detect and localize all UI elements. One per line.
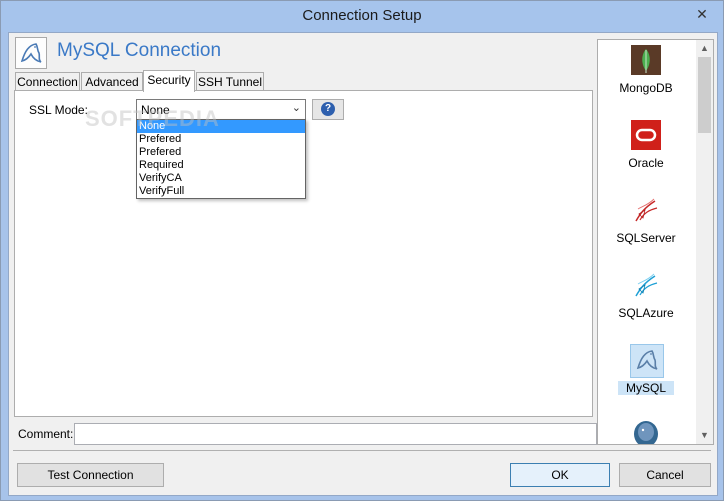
title-bar: Connection Setup ✕ <box>1 1 723 32</box>
tab-security[interactable]: Security <box>143 70 195 92</box>
tab-ssh-tunnel[interactable]: SSH Tunnel <box>196 72 264 91</box>
connection-setup-window: Connection Setup ✕ MySQL Connection Conn… <box>0 0 724 501</box>
postgresql-elephant-icon <box>630 418 662 444</box>
ssl-option[interactable]: VerifyCA <box>137 172 305 185</box>
ssl-mode-dropdown-list: None Prefered Prefered Required VerifyCA… <box>136 119 306 199</box>
db-item-postgresql[interactable] <box>598 418 694 444</box>
ssl-mode-select[interactable]: None ⌄ <box>136 99 306 121</box>
ssl-option[interactable]: Prefered <box>137 133 305 146</box>
db-item-oracle[interactable]: Oracle <box>598 119 694 173</box>
db-item-label: MySQL <box>618 381 674 395</box>
oracle-icon <box>630 119 662 151</box>
database-type-list: MongoDB Oracle SQLServer SQLAzure MySQL … <box>597 39 714 445</box>
cancel-button[interactable]: Cancel <box>619 463 711 487</box>
security-tab-panel: SSL Mode: None ⌄ ? None Prefered Prefere… <box>14 90 593 417</box>
mongodb-leaf-icon <box>630 44 662 76</box>
db-item-mysql[interactable]: MySQL <box>598 344 694 398</box>
sqlazure-icon <box>630 269 662 301</box>
window-title: Connection Setup <box>302 7 422 24</box>
db-item-label: SQLAzure <box>618 306 674 320</box>
db-item-sqlserver[interactable]: SQLServer <box>598 194 694 248</box>
ssl-option[interactable]: Required <box>137 159 305 172</box>
ssl-option[interactable]: VerifyFull <box>137 185 305 198</box>
tab-connection[interactable]: Connection <box>15 72 80 91</box>
help-button[interactable]: ? <box>312 99 344 120</box>
ssl-option[interactable]: None <box>137 120 305 133</box>
ok-button[interactable]: OK <box>510 463 610 487</box>
test-connection-button[interactable]: Test Connection <box>17 463 164 487</box>
ssl-mode-value: None <box>141 103 170 117</box>
ssl-option[interactable]: Prefered <box>137 146 305 159</box>
dialog-body: MySQL Connection Connection Advanced Sec… <box>8 32 718 496</box>
scrollbar-thumb[interactable] <box>698 57 711 133</box>
scroll-down-icon[interactable]: ▼ <box>696 427 713 444</box>
mysql-dolphin-icon <box>630 344 664 378</box>
scroll-up-icon[interactable]: ▲ <box>696 40 713 57</box>
mysql-dolphin-icon <box>15 37 47 69</box>
connection-type-title: MySQL Connection <box>57 40 222 61</box>
vertical-scrollbar[interactable]: ▲ ▼ <box>696 40 713 444</box>
divider <box>13 450 711 451</box>
comment-field[interactable] <box>74 423 597 445</box>
ssl-mode-label: SSL Mode: <box>29 103 88 117</box>
db-item-label: Oracle <box>628 156 664 170</box>
chevron-down-icon: ⌄ <box>291 102 301 114</box>
close-button[interactable]: ✕ <box>689 4 715 24</box>
db-item-sqlazure[interactable]: SQLAzure <box>598 269 694 323</box>
sqlserver-icon <box>630 194 662 226</box>
db-item-label: MongoDB <box>619 81 673 95</box>
db-item-label: SQLServer <box>616 231 676 245</box>
db-item-mongodb[interactable]: MongoDB <box>598 44 694 98</box>
tab-advanced[interactable]: Advanced <box>81 72 143 91</box>
help-icon: ? <box>321 102 335 116</box>
comment-label: Comment: <box>18 427 74 441</box>
